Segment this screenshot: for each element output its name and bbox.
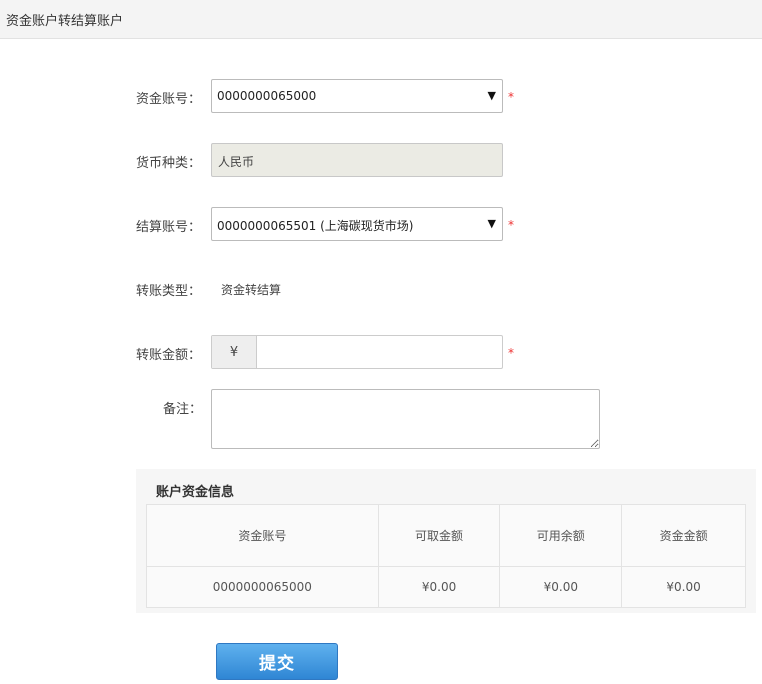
transfer-type-label: 转账类型： (136, 284, 202, 299)
chevron-down-icon: ▼ (487, 89, 496, 102)
column-header: 资金金额 (621, 504, 746, 567)
fund-account-select[interactable]: 0000000065000 ▼ (211, 79, 503, 113)
settlement-account-value: 0000000065501 (上海碳现货市场) (217, 219, 414, 233)
amount-label: 转账金额： (136, 348, 202, 363)
currency-field: 人民币 (211, 143, 503, 177)
column-header: 可用余额 (499, 504, 623, 567)
amount-input[interactable] (258, 336, 502, 368)
panel-title: 账户资金信息 (156, 485, 235, 500)
currency-value: 人民币 (218, 155, 255, 169)
table-cell: ¥0.00 (621, 566, 746, 608)
column-header: 资金账号 (146, 504, 379, 567)
fund-account-label: 资金账号： (136, 92, 202, 107)
table-cell: ¥0.00 (377, 566, 501, 608)
required-mark: * (508, 346, 514, 360)
required-mark: * (508, 218, 514, 232)
submit-button[interactable]: 提交 (216, 643, 338, 680)
settlement-account-select[interactable]: 0000000065501 (上海碳现货市场) ▼ (211, 207, 503, 241)
yen-icon: ¥ (212, 336, 257, 368)
fund-info-table: 资金账号 可取金额 可用余额 资金金额 0000000065000 ¥0.00 … (146, 504, 746, 608)
chevron-down-icon: ▼ (487, 217, 496, 230)
currency-label: 货币种类： (136, 156, 202, 171)
table-cell: ¥0.00 (499, 566, 623, 608)
remark-label: 备注： (163, 402, 203, 417)
required-mark: * (508, 90, 514, 104)
settlement-account-label: 结算账号： (136, 220, 202, 235)
page-header: 资金账户转结算账户 (0, 0, 762, 39)
account-fund-info-panel: 账户资金信息 资金账号 可取金额 可用余额 资金金额 0000000065000… (136, 469, 756, 613)
transfer-type-value: 资金转结算 (221, 283, 282, 297)
remark-textarea[interactable] (211, 389, 600, 449)
amount-input-group: ¥ (211, 335, 503, 369)
table-row: 0000000065000 ¥0.00 ¥0.00 ¥0.00 (146, 566, 746, 608)
column-header: 可取金额 (377, 504, 501, 567)
page-title: 资金账户转结算账户 (6, 14, 124, 29)
fund-account-value: 0000000065000 (217, 89, 317, 103)
table-cell: 0000000065000 (146, 566, 379, 608)
table-header-row: 资金账号 可取金额 可用余额 资金金额 (146, 504, 746, 567)
